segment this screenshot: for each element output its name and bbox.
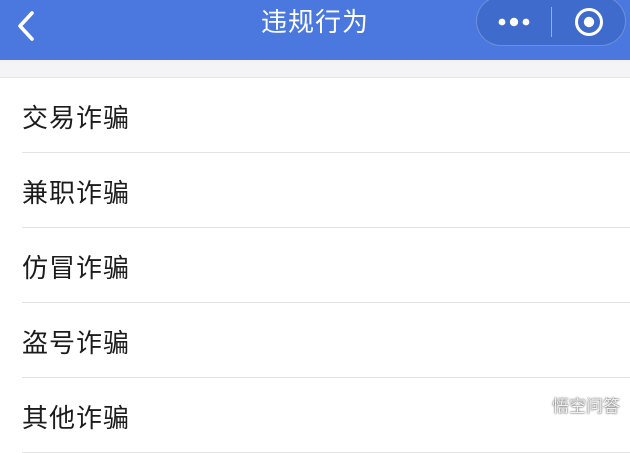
watermark-text: 悟空问答: [552, 397, 620, 417]
list-item[interactable]: 盗号诈骗: [0, 303, 630, 378]
mini-program-capsule: [476, 0, 626, 46]
chevron-left-icon: [18, 11, 34, 41]
list-item[interactable]: 交易诈骗: [0, 78, 630, 153]
list-item[interactable]: 兼职诈骗: [0, 153, 630, 228]
back-button[interactable]: [6, 6, 46, 46]
speech-bubble-icon: [526, 396, 548, 414]
list-item-label: 仿冒诈骗: [22, 254, 131, 284]
navigation-bar: 违规行为: [0, 0, 630, 60]
more-dots-icon: [498, 17, 530, 27]
list-item-label: 其他诈骗: [22, 404, 131, 434]
list-item-label: 兼职诈骗: [22, 179, 131, 209]
more-button[interactable]: [477, 0, 551, 47]
close-mini-program-button[interactable]: [552, 0, 626, 47]
list-item-label: 交易诈骗: [22, 104, 131, 134]
section-spacer: [0, 60, 630, 78]
watermark: 悟空问答: [526, 392, 620, 417]
list-item[interactable]: 仿冒诈骗: [0, 228, 630, 303]
target-circle-icon: [575, 8, 603, 36]
list-item-label: 盗号诈骗: [22, 329, 131, 359]
